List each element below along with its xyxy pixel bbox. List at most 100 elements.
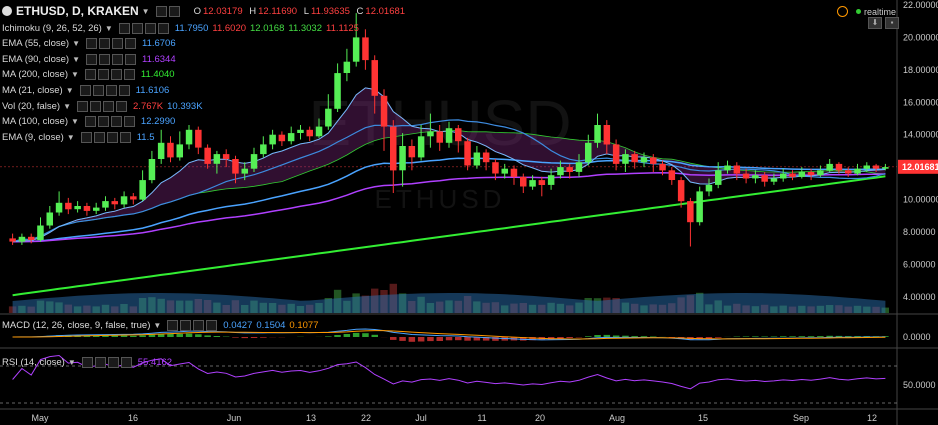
indicator-row[interactable]: MA (100, close) ▼ 12.2990 (2, 115, 175, 129)
settings-icon[interactable] (97, 116, 109, 128)
close-icon[interactable] (119, 131, 131, 143)
move-down-icon[interactable]: ⬇ (868, 17, 882, 29)
indicator-row[interactable]: Vol (20, false) ▼ 2.767K 10.393K (2, 99, 203, 113)
chevron-down-icon[interactable]: ▼ (68, 358, 76, 367)
indicator-name[interactable]: EMA (9, close) (2, 132, 64, 143)
hide-icon[interactable] (118, 22, 130, 34)
add-icon[interactable] (144, 22, 156, 34)
clock-icon[interactable] (837, 6, 848, 17)
hide-icon[interactable] (85, 53, 97, 65)
macd-label[interactable]: MACD (12, 26, close, 9, false, true) (2, 320, 150, 331)
realtime-status[interactable]: realtime (837, 6, 896, 17)
macd-histogram-bar (817, 336, 824, 337)
ohlc-open: 12.03179 (202, 5, 243, 17)
add-icon[interactable] (107, 357, 119, 368)
settings-icon[interactable] (93, 131, 105, 143)
maximize-icon[interactable]: ▪ (885, 17, 899, 29)
chevron-down-icon[interactable]: ▼ (71, 70, 79, 79)
indicator-row[interactable]: Ichimoku (9, 26, 52, 26) ▼ 11.7950 11.6020 1… (2, 21, 359, 35)
hide-icon[interactable] (80, 131, 92, 143)
indicator-row[interactable]: MA (21, close) ▼ 11.6106 (2, 83, 169, 97)
close-icon[interactable] (157, 22, 169, 34)
hide-icon[interactable] (155, 5, 167, 17)
indicator-name[interactable]: MA (200, close) (2, 69, 68, 80)
ohlc-low: 11.93635 (310, 5, 350, 17)
macd-histogram-bar (417, 337, 425, 342)
volume-ma-area (12, 293, 886, 313)
add-icon[interactable] (111, 53, 123, 65)
indicator-name[interactable]: MA (100, close) (2, 116, 68, 127)
close-icon[interactable] (118, 84, 130, 96)
candle (482, 152, 490, 163)
settings-icon[interactable] (90, 100, 102, 112)
hide-icon[interactable] (167, 320, 179, 331)
indicator-row[interactable]: MA (200, close) ▼ 11.4040 (2, 68, 175, 82)
chevron-down-icon[interactable]: ▼ (67, 133, 75, 142)
candle (631, 154, 638, 163)
hide-icon[interactable] (85, 38, 97, 50)
close-icon[interactable] (120, 357, 132, 368)
settings-icon[interactable] (92, 84, 104, 96)
indicator-row[interactable]: EMA (55, close) ▼ 11.6706 (2, 37, 176, 51)
indicator-row[interactable]: EMA (9, close) ▼ 11.5 (2, 130, 155, 144)
macd-histogram-bar (250, 337, 258, 338)
add-icon[interactable] (110, 116, 122, 128)
rsi-label[interactable]: RSI (14, close) (2, 357, 65, 368)
close-icon[interactable] (116, 100, 128, 112)
indicator-value: 11.6706 (141, 38, 176, 50)
indicator-name[interactable]: Ichimoku (9, 26, 52, 26) (2, 23, 102, 34)
hide-icon[interactable] (84, 116, 96, 128)
add-icon[interactable] (105, 84, 117, 96)
add-icon[interactable] (106, 131, 118, 143)
indicator-name[interactable]: EMA (55, close) (2, 38, 69, 49)
indicator-name[interactable]: EMA (90, close) (2, 54, 69, 65)
settings-icon[interactable] (97, 69, 109, 81)
chevron-down-icon[interactable]: ▼ (153, 321, 161, 330)
add-icon[interactable] (103, 100, 115, 112)
add-icon[interactable] (193, 320, 205, 331)
chevron-down-icon[interactable]: ▼ (105, 24, 113, 33)
time-tick-label: 12 (867, 413, 877, 423)
settings-icon[interactable] (94, 357, 106, 368)
indicator-name[interactable]: MA (21, close) (2, 85, 63, 96)
close-icon[interactable] (124, 38, 136, 50)
chevron-down-icon[interactable]: ▼ (72, 55, 80, 64)
hide-icon[interactable] (81, 357, 93, 368)
close-icon[interactable] (206, 320, 218, 331)
macd-histogram-bar (826, 335, 833, 337)
hide-icon[interactable] (84, 69, 96, 81)
hide-icon[interactable] (77, 100, 89, 112)
settings-icon[interactable] (168, 5, 180, 17)
macd-histogram-bar (715, 337, 722, 338)
candle (120, 196, 128, 205)
settings-icon[interactable] (98, 53, 110, 65)
indicator-name[interactable]: Vol (20, false) (2, 101, 60, 112)
candle (492, 162, 499, 174)
add-icon[interactable] (111, 38, 123, 50)
candle (668, 170, 676, 180)
close-icon[interactable] (123, 69, 135, 81)
macd-histogram-bar (390, 337, 397, 340)
chevron-down-icon[interactable]: ▼ (142, 7, 150, 16)
time-tick-label: Sep (793, 413, 809, 423)
candle (501, 168, 508, 174)
chevron-down-icon[interactable]: ▼ (66, 86, 74, 95)
ohlc-high: 12.11690 (258, 5, 298, 17)
candle (770, 178, 778, 182)
add-icon[interactable] (110, 69, 122, 81)
chevron-down-icon[interactable]: ▼ (72, 39, 80, 48)
macd-histogram-bar (566, 337, 573, 338)
chevron-down-icon[interactable]: ▼ (71, 117, 79, 126)
hide-icon[interactable] (79, 84, 91, 96)
indicator-row[interactable]: EMA (90, close) ▼ 11.6344 (2, 52, 176, 66)
settings-icon[interactable] (131, 22, 143, 34)
settings-icon[interactable] (180, 320, 192, 331)
candle (845, 170, 852, 174)
macd-histogram-bar (167, 334, 174, 337)
settings-icon[interactable] (98, 38, 110, 50)
realtime-label: realtime (864, 6, 897, 17)
close-icon[interactable] (123, 116, 135, 128)
close-icon[interactable] (124, 53, 136, 65)
symbol-title[interactable]: ETHUSD, D, KRAKEN (16, 4, 139, 18)
chevron-down-icon[interactable]: ▼ (63, 102, 71, 111)
